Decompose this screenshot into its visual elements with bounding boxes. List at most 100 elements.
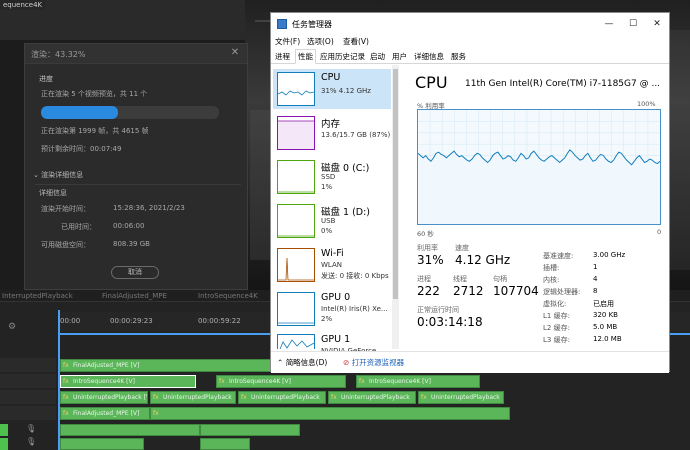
clip-uninterrupted-3[interactable]: UninterruptedPlayback: [328, 391, 416, 404]
tab-details[interactable]: 详细信息: [414, 51, 444, 62]
proc-value: 222: [417, 284, 440, 298]
cancel-button[interactable]: 取消: [111, 266, 159, 279]
cpu-detail-value: 3.00 GHz: [593, 251, 626, 259]
clip-uninterrupted-1[interactable]: UninterruptedPlayback: [150, 391, 236, 404]
speed-label: 速度: [455, 244, 469, 252]
tab-final-adjusted[interactable]: FinalAdjusted_MPE: [102, 292, 167, 300]
cpu-detail-key: 逻辑处理器:: [543, 288, 581, 296]
less-details-link[interactable]: ⌃ 简略信息(D): [277, 357, 327, 368]
track-header-v3[interactable]: [0, 358, 56, 372]
audio-clip-4[interactable]: [200, 438, 250, 450]
clip-green-long[interactable]: [150, 407, 510, 420]
timecode-0: 00:00: [60, 317, 81, 325]
resource-gpu0[interactable]: GPU 0 Intel(R) Iris(R) Xe... 2%: [273, 289, 391, 329]
resource-name: Wi-Fi: [321, 248, 344, 259]
cpu-detail-value: 4: [593, 275, 598, 283]
resource-sub: USB: [321, 217, 336, 225]
task-manager-titlebar[interactable]: 任务管理器 — ☐ ✕: [271, 13, 669, 35]
audio-clip-2[interactable]: [200, 424, 300, 436]
resource-sub2: 发送: 0 接收: 0 Kbps: [321, 272, 389, 280]
util-value: 31%: [417, 253, 444, 267]
memory-thumbnail-graph: [277, 116, 315, 150]
track-header-v1[interactable]: [0, 390, 56, 404]
resource-name: 磁盘 0 (C:): [321, 163, 370, 174]
handles-label: 句柄: [493, 275, 507, 283]
tab-performance[interactable]: 性能: [295, 49, 316, 64]
cpu-detail-value: 已启用: [593, 300, 614, 308]
menu-options[interactable]: 选项(O): [307, 36, 334, 47]
start-value: 15:28:36, 2021/2/23: [113, 204, 185, 212]
audio-clip-3[interactable]: [60, 438, 144, 450]
resource-sub: Intel(R) Iris(R) Xe...: [321, 305, 388, 313]
gpu0-thumbnail-graph: [277, 292, 315, 326]
clip-uninterrupted-0[interactable]: UninterruptedPlayback [V]: [60, 391, 148, 404]
cpu-detail-value: 320 KB: [593, 311, 618, 319]
resource-wifi[interactable]: Wi-Fi WLAN 发送: 0 接收: 0 Kbps: [273, 245, 391, 285]
cpu-detail-value: 12.0 MB: [593, 335, 622, 343]
resource-sub: 13.6/15.7 GB (87%): [321, 131, 391, 139]
resource-sub2: 2%: [321, 315, 333, 323]
time-axis-left: 60 秒: [417, 230, 434, 238]
disk-label: 可用磁盘空间：: [41, 241, 90, 249]
menu-bar: 文件(F) 选项(O) 查看(V): [271, 35, 669, 49]
clip-intro-b[interactable]: IntroSequence4K [V]: [216, 375, 346, 388]
resource-cpu[interactable]: CPU 31% 4.12 GHz: [273, 69, 391, 109]
track-header-v0[interactable]: [0, 406, 56, 420]
close-icon[interactable]: ✕: [229, 47, 241, 59]
render-dialog-titlebar: 渲染：43.32% ✕: [25, 44, 247, 64]
util-max-label: 100%: [637, 100, 656, 108]
tab-users[interactable]: 用户: [392, 51, 407, 62]
progress-label: 进度: [39, 75, 53, 83]
tab-processes[interactable]: 进程: [275, 51, 290, 62]
clip-uninterrupted-4[interactable]: UninterruptedPlayback: [418, 391, 504, 404]
render-progress-bar: [41, 106, 219, 119]
resource-name: GPU 1: [321, 334, 351, 345]
resource-sub: 31% 4.12 GHz: [321, 87, 371, 95]
resource-disk0[interactable]: 磁盘 0 (C:) SSD 1%: [273, 157, 391, 197]
minimize-icon[interactable]: —: [601, 17, 617, 31]
close-icon[interactable]: ✕: [649, 17, 665, 31]
cpu-detail-value: 1: [593, 263, 598, 271]
task-manager-window: 任务管理器 — ☐ ✕ 文件(F) 选项(O) 查看(V) 进程 性能 应用历史…: [270, 12, 670, 373]
resource-monitor-link[interactable]: ⊘ 打开资源监视器: [343, 357, 404, 368]
tab-services[interactable]: 服务: [451, 51, 466, 62]
wrench-icon[interactable]: ⚙: [8, 322, 16, 332]
time-axis-right: 0: [657, 228, 662, 236]
details-toggle[interactable]: ⌄ 渲染详细信息: [33, 170, 83, 180]
resource-memory[interactable]: 内存 13.6/15.7 GB (87%): [273, 113, 391, 153]
clip-uninterrupted-2[interactable]: UninterruptedPlayback: [238, 391, 326, 404]
clip-intro-c[interactable]: IntroSequence4K [V]: [356, 375, 480, 388]
resource-list-scrollbar[interactable]: [392, 65, 399, 349]
cpu-detail-key: 基准速度:: [543, 252, 574, 260]
cpu-thumbnail-graph: [277, 72, 315, 106]
cpu-detail-panel: CPU 11th Gen Intel(R) Core(TM) i7-1185G7…: [407, 65, 669, 349]
details-toggle-label: 渲染详细信息: [41, 171, 84, 179]
threads-label: 线程: [453, 275, 467, 283]
resource-list: CPU 31% 4.12 GHz 内存 13.6/15.7 GB (87%) 磁…: [271, 65, 399, 355]
timecode-2: 00:00:59:22: [198, 317, 241, 325]
audio-clip-1[interactable]: [60, 424, 200, 436]
render-dialog-title: 渲染：43.32%: [31, 50, 86, 59]
disk-value: 808.39 GB: [113, 240, 150, 248]
microphone-icon-2[interactable]: 🎙: [26, 437, 36, 446]
task-manager-app-icon: [277, 19, 287, 29]
cpu-detail-key: 内核:: [543, 276, 560, 284]
speed-value: 4.12 GHz: [455, 253, 511, 267]
timecode-1: 00:00:29:23: [110, 317, 153, 325]
tab-app-history[interactable]: 应用历史记录: [320, 51, 365, 62]
microphone-icon[interactable]: 🎙: [26, 424, 36, 433]
chevron-down-icon: ⌄: [33, 171, 39, 179]
tab-intro-sequence[interactable]: IntroSequence4K: [198, 292, 258, 300]
maximize-icon[interactable]: ☐: [625, 17, 641, 31]
clip-final-adjusted-2[interactable]: FinalAdjusted_MPE [V]: [60, 407, 150, 420]
tab-interrupted[interactable]: InterruptedPlayback: [2, 292, 73, 300]
resource-disk1[interactable]: 磁盘 1 (D:) USB 0%: [273, 201, 391, 241]
cpu-detail-value: 8: [593, 287, 598, 295]
scrollbar-thumb[interactable]: [393, 69, 398, 299]
tab-startup[interactable]: 启动: [370, 51, 385, 62]
menu-view[interactable]: 查看(V): [343, 36, 369, 47]
track-header-v2[interactable]: [0, 374, 56, 388]
clip-intro-a[interactable]: IntroSequence4K [V]: [60, 375, 196, 388]
menu-file[interactable]: 文件(F): [275, 36, 300, 47]
resource-name: 磁盘 1 (D:): [321, 207, 371, 218]
